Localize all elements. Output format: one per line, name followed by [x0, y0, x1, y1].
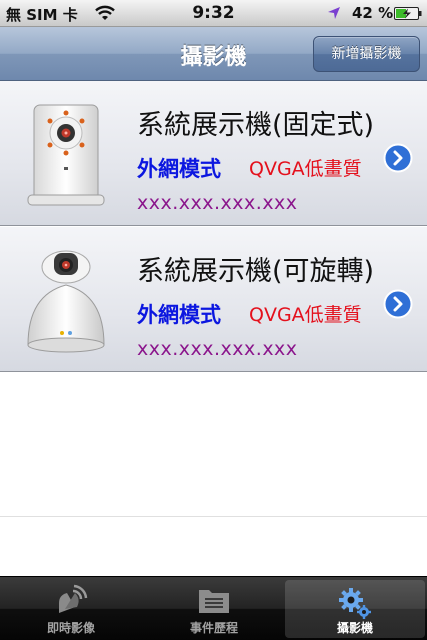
tab-label: 即時影像 [46, 621, 95, 635]
gears-icon [339, 588, 371, 619]
empty-row-separator [0, 516, 427, 517]
camera-network-mode: 外網模式 [137, 157, 221, 181]
camera-ip-address: xxx.xxx.xxx.xxx [137, 338, 298, 360]
pan-tilt-camera-icon [27, 250, 105, 353]
camera-quality: QVGA低畫質 [249, 158, 362, 180]
camera-quality: QVGA低畫質 [249, 304, 362, 326]
add-camera-button[interactable]: 新增攝影機 [313, 36, 420, 72]
tab-live-video[interactable]: 即時影像 [0, 577, 142, 640]
camera-network-mode: 外網模式 [137, 303, 221, 327]
tab-label: 事件歷程 [189, 621, 238, 635]
folder-icon [199, 590, 229, 613]
battery-charging-icon [394, 7, 422, 20]
nav-bar: 攝影機 新增攝影機 [0, 27, 427, 81]
camera-name: 系統展示機(固定式) [137, 110, 375, 141]
camera-row[interactable]: 系統展示機(可旋轉) 外網模式 QVGA低畫質 xxx.xxx.xxx.xxx [0, 227, 427, 372]
camera-ip-address: xxx.xxx.xxx.xxx [137, 192, 298, 214]
tab-cameras[interactable]: 攝影機 [285, 580, 425, 638]
tab-bar: 即時影像 事件歷程 攝影機 [0, 576, 427, 640]
tab-label: 攝影機 [336, 621, 373, 635]
fixed-camera-icon [27, 104, 105, 206]
tab-event-history[interactable]: 事件歷程 [143, 577, 285, 640]
battery-percent: 42 % [352, 4, 394, 22]
live-video-icon [59, 584, 88, 613]
status-bar: 無 SIM 卡 9:32 42 % [0, 0, 427, 27]
camera-name: 系統展示機(可旋轉) [137, 256, 375, 287]
camera-row[interactable]: 系統展示機(固定式) 外網模式 QVGA低畫質 xxx.xxx.xxx.xxx [0, 81, 427, 226]
detail-disclosure-icon[interactable] [383, 143, 413, 173]
detail-disclosure-icon[interactable] [383, 289, 413, 319]
location-arrow-icon [328, 7, 340, 19]
